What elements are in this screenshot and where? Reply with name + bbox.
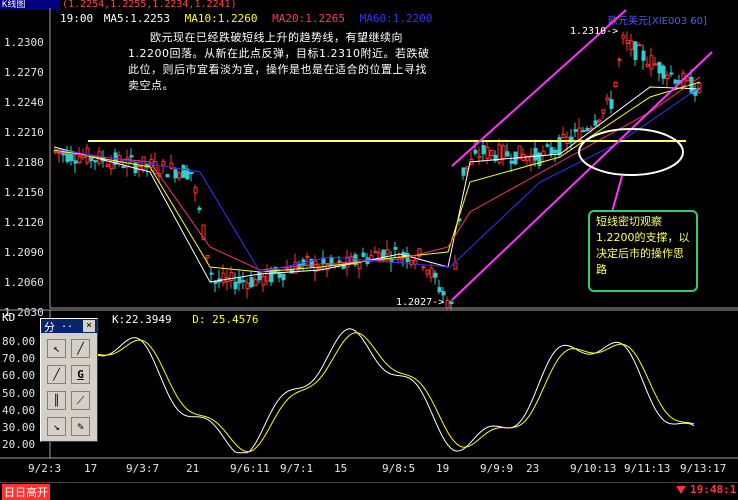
date-tick-label: 9/13:17	[680, 462, 727, 475]
eraser-tool-icon[interactable]: ✎	[71, 417, 90, 436]
arrow-tool-icon[interactable]: ↘	[47, 417, 66, 436]
toolbox-title-dots: ..	[61, 319, 74, 330]
fan-lines-icon[interactable]: ⟋	[71, 391, 90, 410]
date-tick-label: 23	[526, 462, 540, 475]
status-alert-icon	[676, 486, 686, 494]
date-tick-label: 17	[84, 462, 98, 475]
line-tool-2-icon[interactable]: ╱	[47, 365, 66, 384]
status-bar: 日日高开 19:48:1	[0, 482, 738, 500]
date-tick-label: 9/11:13	[624, 462, 671, 475]
kd-chart	[0, 309, 738, 459]
status-left: 日日高开	[2, 484, 50, 500]
chart-window: K线图 (1.2254,1.2255,1.2234,1.2241) 欧元美元[X…	[0, 0, 738, 500]
date-tick-label: 9/8:5	[382, 462, 416, 475]
date-tick-label: 9/2:3	[28, 462, 62, 475]
text-tool-icon[interactable]: G	[71, 365, 90, 384]
toolbox-titlebar[interactable]: 分 .. ×	[41, 319, 97, 334]
line-tool-icon[interactable]: ╱	[71, 339, 90, 358]
pointer-arrow-icon[interactable]: ↖	[47, 339, 66, 358]
date-tick-label: 9/9:9	[480, 462, 514, 475]
date-tick-label: 9/6:11	[230, 462, 270, 475]
date-tick-label: 21	[186, 462, 200, 475]
date-tick-label: 19	[436, 462, 450, 475]
date-tick-label: 9/3:7	[126, 462, 160, 475]
drawing-toolbox[interactable]: 分 .. × ↖ ╱ ╱ G ║ ⟋ ↘ ✎	[40, 318, 98, 442]
date-tick-label: 9/10:13	[570, 462, 617, 475]
toolbox-title: 分	[44, 321, 55, 334]
toolbox-close-button[interactable]: ×	[83, 320, 95, 332]
date-tick-label: 9/7:1	[280, 462, 314, 475]
status-time: 19:48:1	[690, 483, 737, 496]
channel-tool-icon[interactable]: ║	[47, 391, 66, 410]
date-tick-label: 15	[334, 462, 348, 475]
